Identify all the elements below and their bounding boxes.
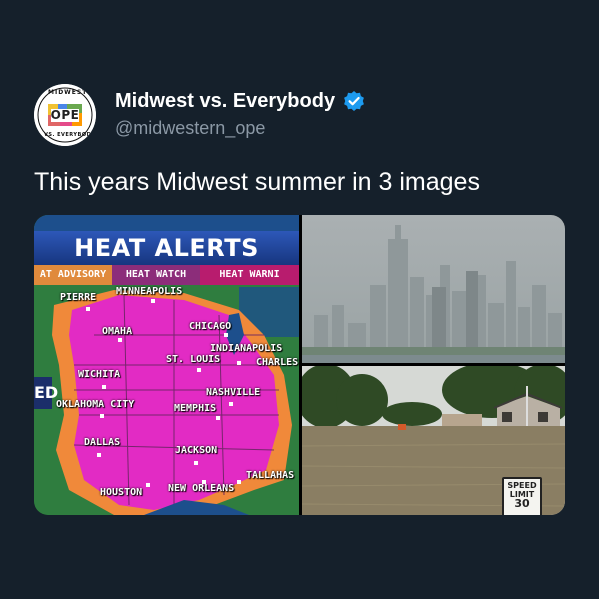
heat-alerts-legend: AT ADVISORY HEAT WATCH HEAT WARNI	[34, 265, 299, 285]
city-marker	[202, 480, 206, 484]
legend-advisory: AT ADVISORY	[34, 265, 112, 285]
city-marker	[237, 480, 241, 484]
username-handle[interactable]: @midwestern_ope	[115, 118, 265, 139]
sign-line-number: 30	[514, 497, 530, 510]
map-side-tab: ED	[34, 377, 58, 409]
city-marker	[216, 416, 220, 420]
legend-watch: HEAT WATCH	[112, 265, 200, 285]
city-label-wichita: WICHITA	[78, 369, 121, 380]
avatar-ope-text: OPE	[50, 108, 80, 122]
city-marker	[97, 453, 101, 457]
city-marker	[151, 299, 155, 303]
tweet-author: Midwest vs. Everybody	[115, 88, 365, 114]
city-label-jackson: JACKSON	[175, 445, 218, 456]
avatar-top-text: MIDWEST	[48, 89, 88, 96]
city-marker	[86, 307, 90, 311]
flood-image[interactable]: SPEED LIMIT 30	[302, 366, 565, 515]
city-label-memphis: MEMPHIS	[174, 403, 217, 414]
city-label-oklahoma-city: OKLAHOMA CITY	[56, 399, 135, 410]
city-label-charleston: CHARLES	[256, 357, 299, 368]
city-marker	[102, 385, 106, 389]
city-label-dallas: DALLAS	[84, 437, 121, 448]
city-label-minneapolis: MINNEAPOLIS	[116, 286, 183, 297]
city-label-new-orleans: NEW ORLEANS	[168, 483, 235, 494]
city-label-pierre: PIERRE	[60, 292, 97, 303]
city-marker	[146, 483, 150, 487]
city-label-nashville: NASHVILLE	[206, 387, 261, 398]
tweet-media-grid: HEAT ALERTS AT ADVISORY HEAT WATCH HEAT …	[34, 215, 565, 515]
city-label-chicago: CHICAGO	[189, 321, 232, 332]
sign-line-speed: SPEED	[507, 481, 537, 490]
city-marker	[194, 461, 198, 465]
city-label-st-louis: ST. LOUIS	[166, 354, 221, 365]
city-label-indianapolis: INDIANAPOLIS	[210, 343, 283, 354]
tweet: OPE MIDWEST VS. EVERYBODY Midwest vs. Ev…	[0, 0, 599, 599]
city-marker	[224, 333, 228, 337]
skyline-graphic	[302, 215, 565, 363]
profile-avatar[interactable]: OPE MIDWEST VS. EVERYBODY	[34, 84, 96, 146]
city-label-tallahassee: TALLAHAS	[246, 470, 295, 481]
tweet-text: This years Midwest summer in 3 images	[34, 168, 480, 196]
city-marker	[100, 414, 104, 418]
heat-alerts-map-image[interactable]: HEAT ALERTS AT ADVISORY HEAT WATCH HEAT …	[34, 215, 299, 515]
display-name[interactable]: Midwest vs. Everybody	[115, 90, 335, 113]
legend-warning: HEAT WARNI	[200, 265, 299, 285]
city-marker	[237, 361, 241, 365]
city-marker	[197, 368, 201, 372]
avatar-logo-text: OPE MIDWEST VS. EVERYBODY	[34, 84, 96, 146]
city-marker	[229, 402, 233, 406]
city-marker	[118, 338, 122, 342]
verified-badge-icon	[343, 90, 365, 112]
speed-limit-sign: SPEED LIMIT 30	[502, 477, 542, 515]
avatar-bottom-text: VS. EVERYBODY	[44, 132, 95, 138]
smoky-skyline-image[interactable]	[302, 215, 565, 363]
city-label-omaha: OMAHA	[102, 326, 133, 337]
heat-alerts-title: HEAT ALERTS	[34, 231, 299, 265]
city-label-houston: HOUSTON	[100, 487, 143, 498]
